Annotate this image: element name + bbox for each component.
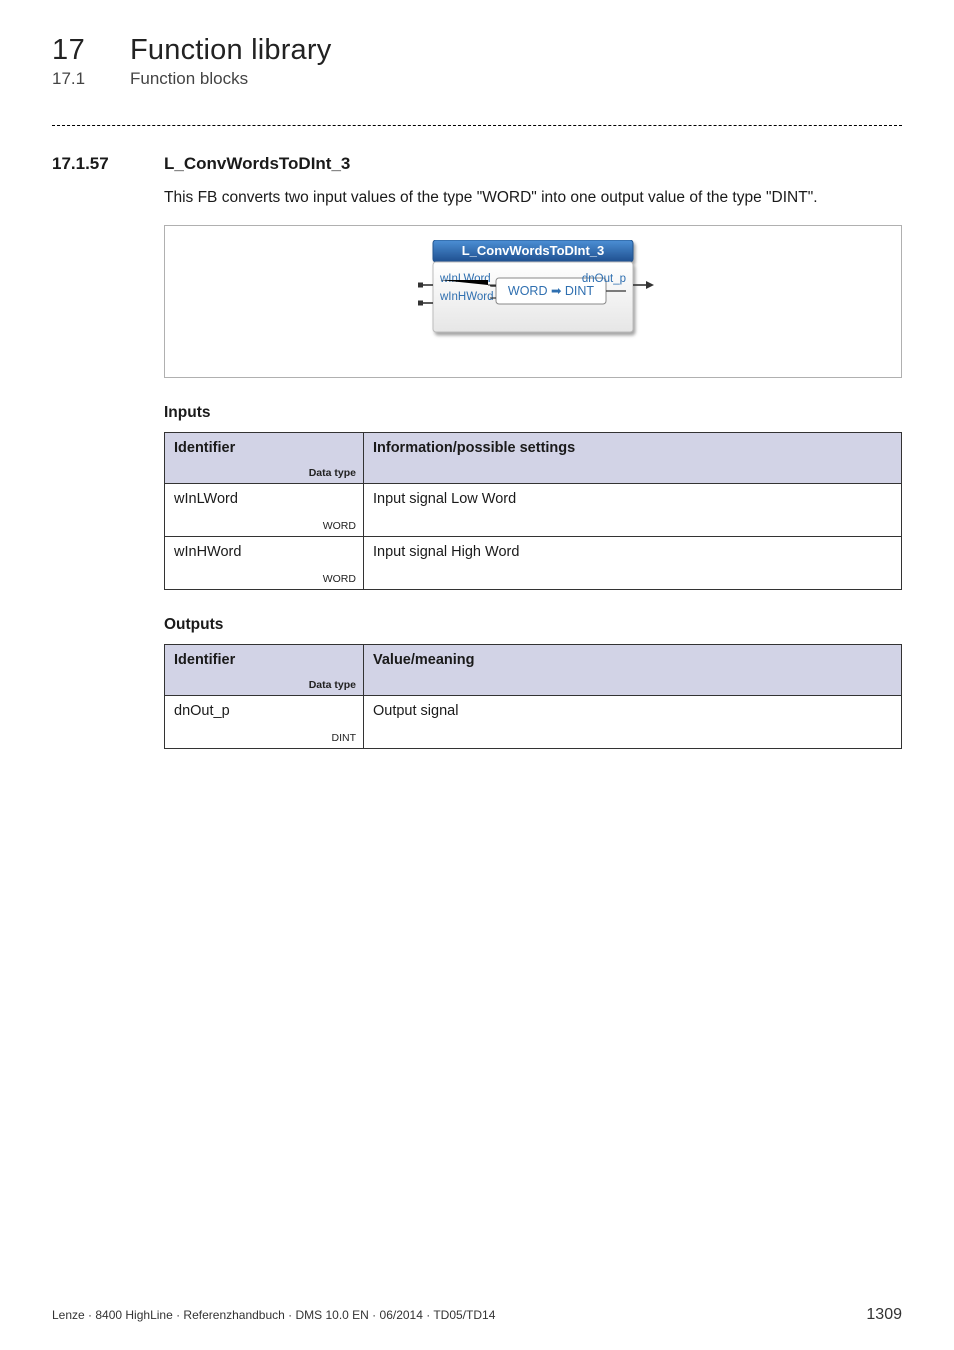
page-number: 1309	[866, 1306, 902, 1324]
subsection-title: L_ConvWordsToDInt_3	[164, 154, 902, 174]
col-description: Information/possible settings	[365, 434, 900, 464]
port-label-out: dnOut_p	[582, 273, 626, 285]
outputs-heading: Outputs	[164, 616, 902, 634]
input-description: Input signal Low Word	[365, 485, 900, 515]
output-datatype: DINT	[331, 732, 356, 744]
footer-meta: Lenze · 8400 HighLine · Referenzhandbuch…	[52, 1308, 495, 1322]
inputs-table: Identifier Data type Information/possibl…	[164, 432, 902, 590]
chapter-number: 17	[52, 34, 130, 67]
col-identifier: Identifier	[174, 440, 354, 470]
function-block: L_ConvWordsToDInt_3 WORD ➡ DINT wInLWord…	[378, 240, 688, 355]
port-label-in2: wInHWord	[439, 291, 493, 303]
input-identifier: wInHWord	[174, 544, 354, 574]
table-header-row: Identifier Data type Value/meaning	[165, 644, 902, 695]
chapter-title: Function library	[130, 34, 902, 67]
output-identifier: dnOut_p	[174, 703, 354, 733]
section-number: 17.1	[52, 69, 130, 89]
subsection-number: 17.1.57	[52, 154, 164, 174]
input-datatype: WORD	[323, 573, 356, 585]
function-block-svg: L_ConvWordsToDInt_3 WORD ➡ DINT wInLWord…	[378, 240, 688, 350]
block-title-text: L_ConvWordsToDInt_3	[462, 243, 605, 258]
table-row: wInHWord WORD Input signal High Word	[165, 536, 902, 589]
table-header-row: Identifier Data type Information/possibl…	[165, 432, 902, 483]
intro-paragraph: This FB converts two input values of the…	[164, 186, 902, 209]
input-description: Input signal High Word	[365, 538, 900, 568]
table-row: dnOut_p DINT Output signal	[165, 695, 902, 748]
block-inner-label: WORD ➡ DINT	[508, 284, 595, 298]
block-diagram-figure: L_ConvWordsToDInt_3 WORD ➡ DINT wInLWord…	[164, 225, 902, 378]
inputs-heading: Inputs	[164, 404, 902, 422]
col-description: Value/meaning	[365, 646, 900, 676]
input-datatype: WORD	[323, 520, 356, 532]
col-datatype-label: Data type	[309, 679, 356, 691]
page-header: 17 Function library 17.1 Function blocks	[52, 34, 902, 89]
outputs-table: Identifier Data type Value/meaning dnOut…	[164, 644, 902, 749]
subsection-heading: 17.1.57 L_ConvWordsToDInt_3	[52, 154, 902, 174]
output-description: Output signal	[365, 697, 900, 727]
col-datatype-label: Data type	[309, 467, 356, 479]
input-identifier: wInLWord	[174, 491, 354, 521]
page-footer: Lenze · 8400 HighLine · Referenzhandbuch…	[52, 1306, 902, 1324]
col-identifier: Identifier	[174, 652, 354, 682]
divider	[52, 125, 902, 126]
section-title: Function blocks	[130, 69, 902, 89]
table-row: wInLWord WORD Input signal Low Word	[165, 483, 902, 536]
